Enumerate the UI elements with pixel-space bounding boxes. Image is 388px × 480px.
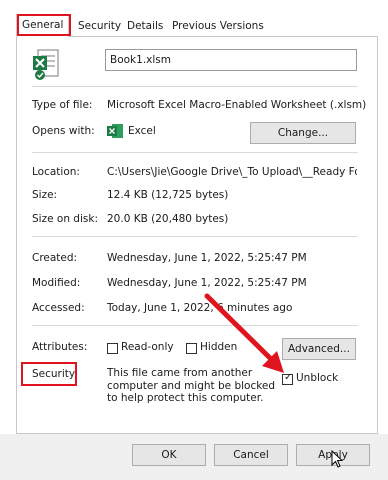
hidden-label: Hidden xyxy=(200,341,238,353)
modified-value: Wednesday, June 1, 2022, 5:25:47 PM xyxy=(107,277,307,289)
type-value: Microsoft Excel Macro-Enabled Worksheet … xyxy=(107,99,367,111)
opens-with-value: Excel xyxy=(128,125,156,137)
mouse-cursor-icon xyxy=(331,450,344,468)
security-message: This file came from another computer and… xyxy=(107,367,276,404)
location-value: C:\Users\Jie\Google Drive\_To Upload\__R… xyxy=(107,166,357,178)
separator xyxy=(32,236,358,237)
unblock-label: Unblock xyxy=(296,372,339,384)
accessed-label: Accessed: xyxy=(32,302,85,314)
attributes-label: Attributes: xyxy=(32,341,88,353)
advanced-button[interactable]: Advanced... xyxy=(282,338,356,360)
tab-previous-versions[interactable]: Previous Versions xyxy=(169,17,267,35)
excel-app-icon xyxy=(107,124,123,138)
size-value: 12.4 KB (12,725 bytes) xyxy=(107,189,229,201)
unblock-checkbox[interactable]: ✓ xyxy=(282,372,293,385)
tab-security[interactable]: Security xyxy=(75,17,124,35)
size-label: Size: xyxy=(32,189,58,201)
created-label: Created: xyxy=(32,252,78,264)
separator xyxy=(32,152,358,153)
readonly-checkbox[interactable] xyxy=(107,343,118,354)
size-on-disk-value: 20.0 KB (20,480 bytes) xyxy=(107,213,229,225)
type-label: Type of file: xyxy=(32,99,93,111)
modified-label: Modified: xyxy=(32,277,81,289)
separator xyxy=(32,86,358,87)
readonly-label: Read-only xyxy=(121,341,174,353)
excel-file-icon xyxy=(33,49,59,80)
hidden-checkbox[interactable] xyxy=(186,343,197,354)
size-on-disk-label: Size on disk: xyxy=(32,213,98,225)
location-label: Location: xyxy=(32,166,80,178)
change-button[interactable]: Change... xyxy=(250,122,356,144)
separator xyxy=(32,325,358,326)
tab-details[interactable]: Details xyxy=(124,17,166,35)
checkmark-icon: ✓ xyxy=(284,372,293,383)
created-value: Wednesday, June 1, 2022, 5:25:47 PM xyxy=(107,252,307,264)
opens-with-label: Opens with: xyxy=(32,125,95,137)
security-highlight xyxy=(21,362,77,386)
accessed-value: Today, June 1, 2022, 6 minutes ago xyxy=(107,302,293,314)
ok-button[interactable]: OK xyxy=(132,444,206,466)
general-tab-highlight xyxy=(17,14,71,36)
file-name-field[interactable]: Book1.xlsm xyxy=(105,49,357,71)
cancel-button[interactable]: Cancel xyxy=(214,444,288,466)
